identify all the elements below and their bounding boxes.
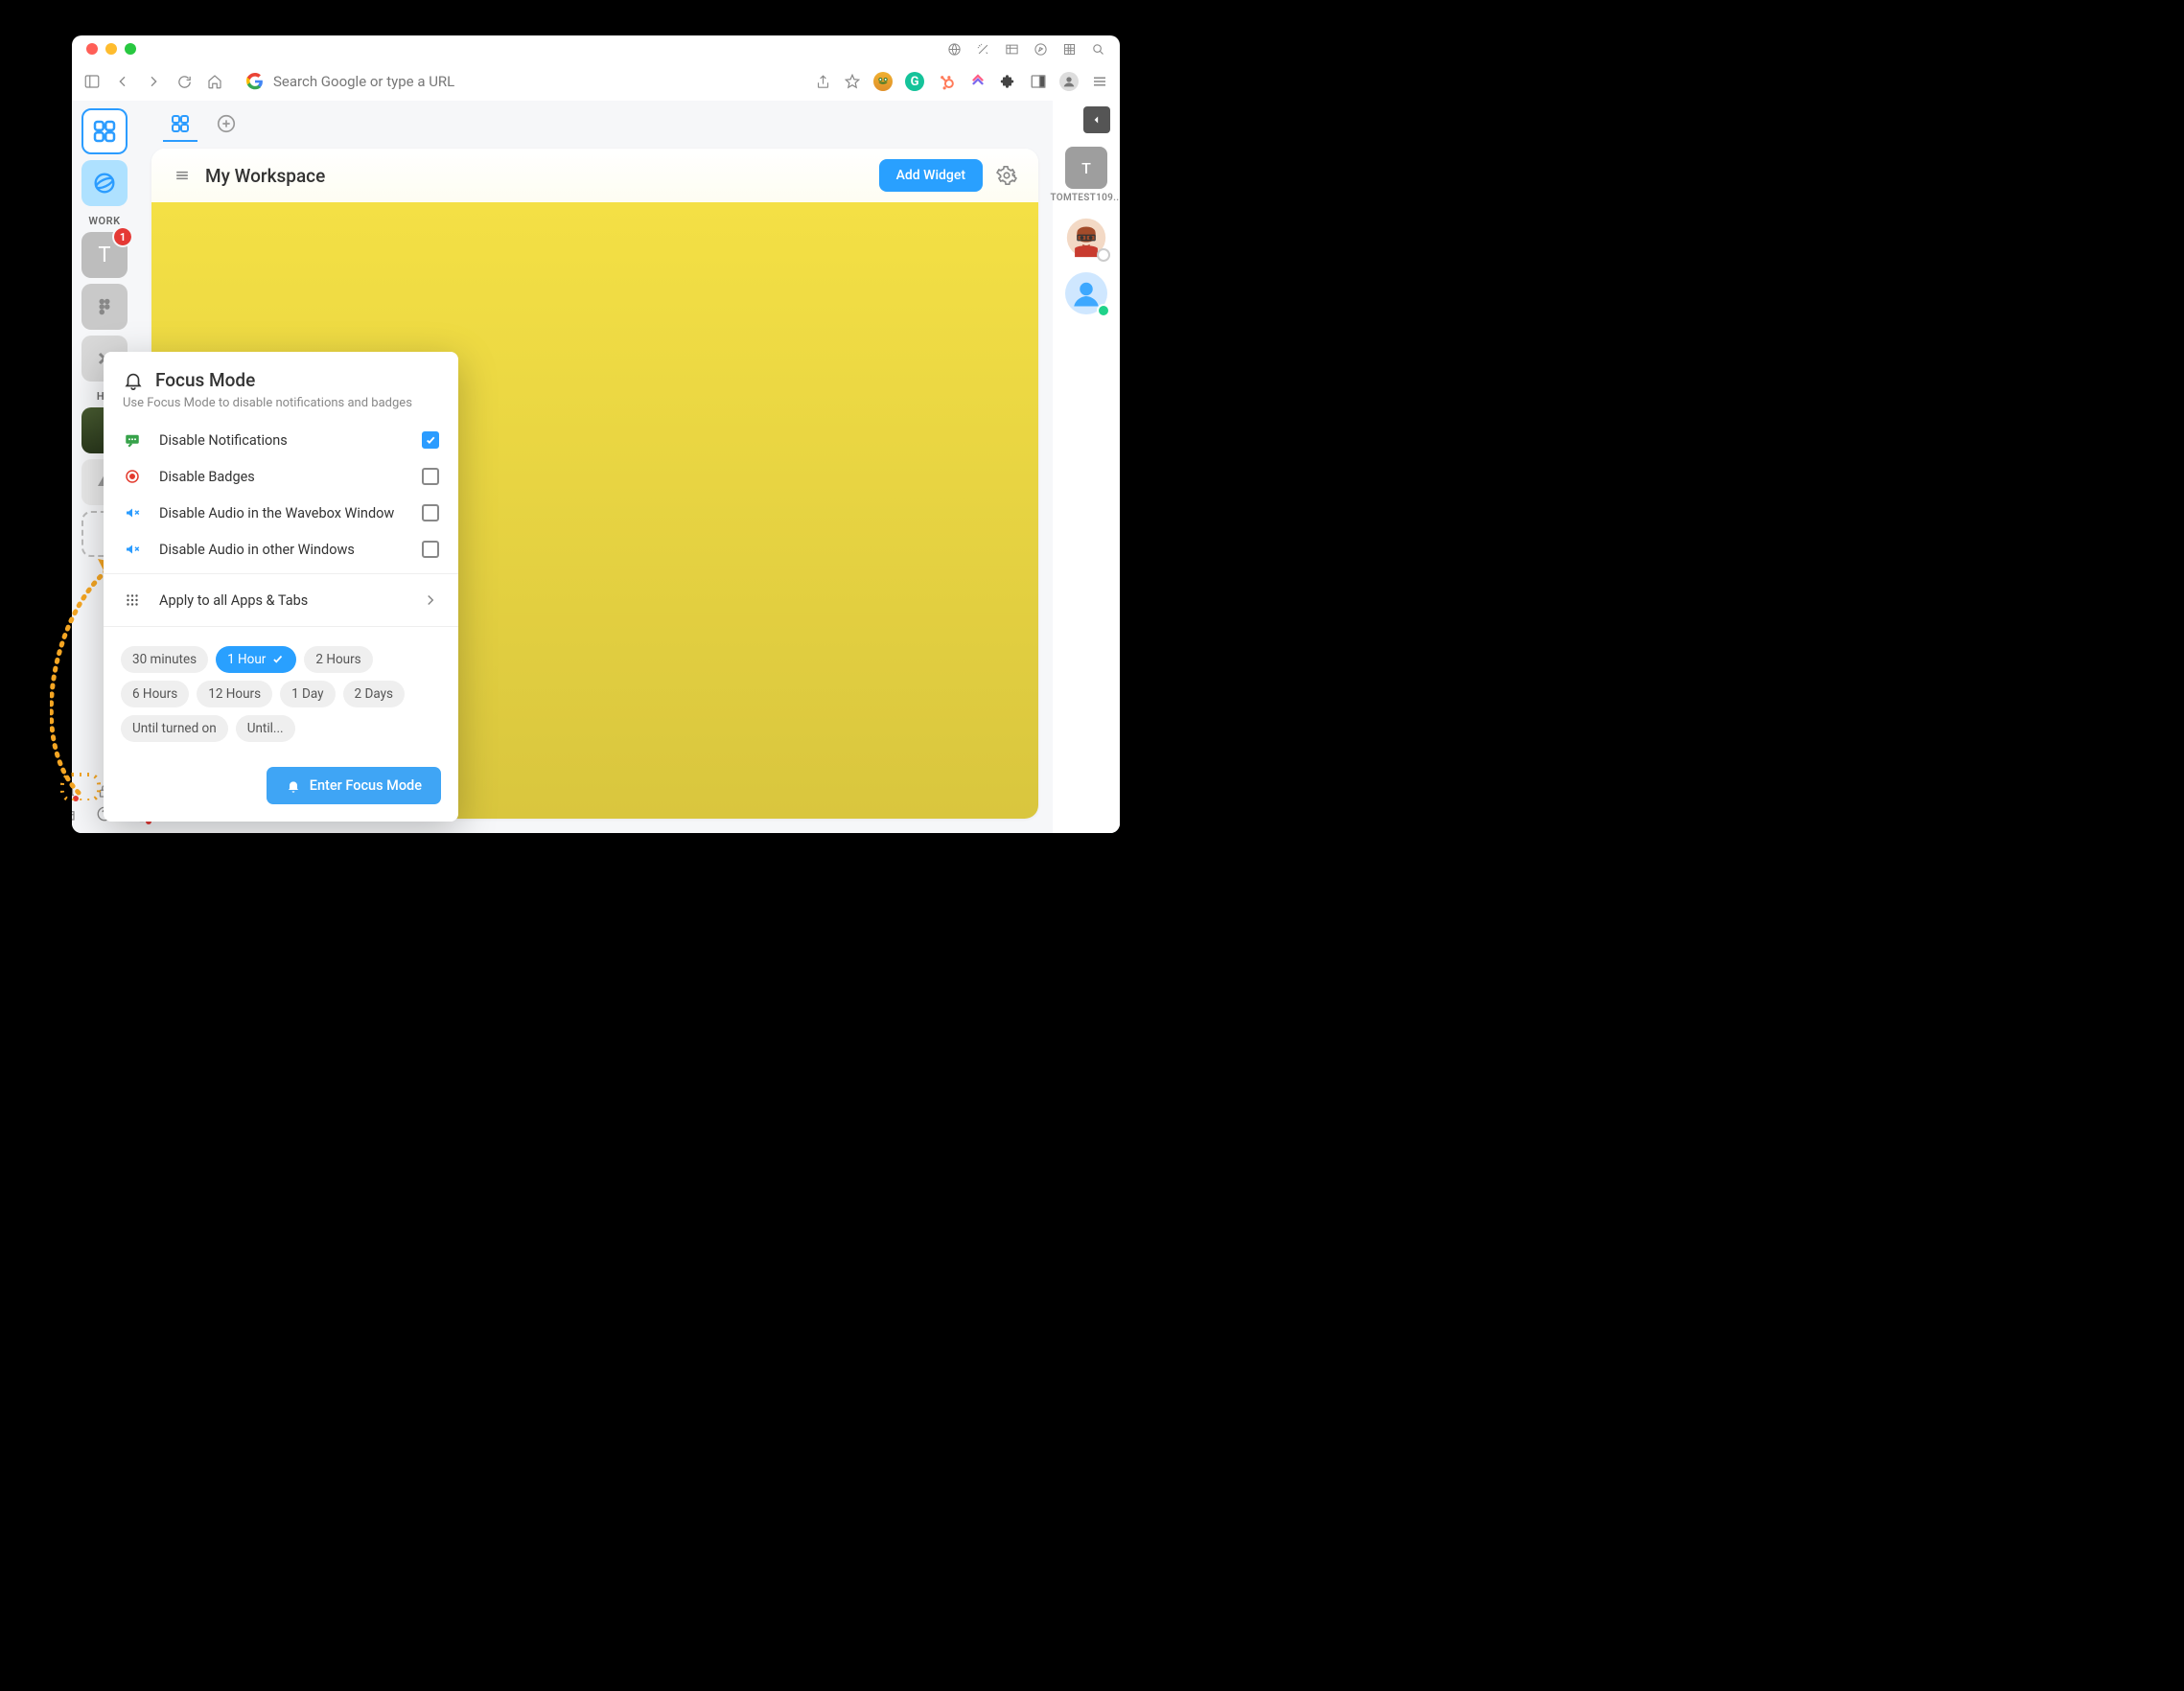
separator [104, 626, 458, 627]
duration-chip[interactable]: 2 Hours [304, 646, 372, 673]
focus-mode-popover: Focus Mode Use Focus Mode to disable not… [104, 352, 458, 822]
maximize-window[interactable] [125, 43, 136, 55]
chat-icon [123, 431, 142, 449]
duration-chip[interactable]: 1 Day [280, 681, 335, 707]
mute-icon [123, 541, 142, 558]
focus-option-label: Disable Badges [159, 469, 405, 485]
right-avatar-2[interactable] [1065, 272, 1107, 314]
extensions-puzzle-icon[interactable] [1000, 73, 1017, 90]
sidebar-item-t[interactable]: T 1 [81, 232, 128, 278]
bell-fill-icon [286, 778, 301, 794]
sidebar-item-figma[interactable] [81, 284, 128, 330]
focus-option-row[interactable]: Disable Badges [104, 458, 458, 495]
sidebar-group-label-work: WORK [88, 215, 120, 227]
frog-avatar-icon[interactable] [873, 72, 893, 91]
hamburger-icon[interactable] [173, 166, 192, 185]
duration-chips: 30 minutes 1 Hour 2 Hours 6 Hours 12 Hours 1… [104, 633, 458, 755]
duration-chip[interactable]: 2 Days [343, 681, 405, 707]
sidebar-toggle-icon[interactable] [83, 73, 101, 90]
browser-toolbar: Search Google or type a URL G [72, 62, 1120, 101]
grid-icon[interactable] [1062, 42, 1077, 57]
menu-icon[interactable] [1091, 73, 1108, 90]
checkbox[interactable] [422, 541, 439, 558]
forward-icon[interactable] [145, 73, 162, 90]
close-window[interactable] [86, 43, 98, 55]
url-bar[interactable]: Search Google or type a URL [237, 67, 801, 96]
right-bar: T TOMTEST109... [1053, 101, 1120, 833]
popover-header: Focus Mode Use Focus Mode to disable not… [104, 352, 458, 422]
google-g-icon [246, 73, 264, 90]
focus-option-label: Disable Audio in the Wavebox Window [159, 505, 405, 521]
popover-footer: Enter Focus Mode [104, 755, 458, 822]
duration-chip[interactable]: 30 minutes [121, 646, 208, 673]
card-header: My Workspace Add Widget [151, 149, 1038, 202]
focus-option-row[interactable]: Disable Notifications [104, 422, 458, 458]
focus-option-row[interactable]: Disable Audio in other Windows [104, 531, 458, 568]
presence-dot-1 [1097, 248, 1110, 262]
hubspot-icon[interactable] [937, 72, 956, 91]
extensions: G [814, 72, 1108, 91]
duration-chip[interactable]: 1 Hour [216, 646, 296, 673]
clickup-icon[interactable] [968, 72, 987, 91]
tab-workspace[interactable] [163, 107, 197, 142]
enter-focus-mode-button[interactable]: Enter Focus Mode [267, 767, 441, 804]
workspace-title: My Workspace [205, 165, 866, 187]
gift-icon[interactable] [72, 805, 77, 822]
url-placeholder: Search Google or type a URL [273, 73, 454, 90]
back-icon[interactable] [114, 73, 131, 90]
apply-to-all-row[interactable]: Apply to all Apps & Tabs [104, 580, 458, 620]
right-avatar-1[interactable] [1065, 217, 1107, 259]
minimize-window[interactable] [105, 43, 117, 55]
right-user-label: TOMTEST109... [1050, 193, 1120, 203]
duration-chip[interactable]: 6 Hours [121, 681, 189, 707]
right-user-tile[interactable]: T [1065, 147, 1107, 189]
home-icon[interactable] [206, 73, 223, 90]
mute-icon [123, 504, 142, 521]
apps-grid-icon [123, 591, 142, 609]
notification-dot [73, 796, 79, 801]
duration-chip[interactable]: Until turned on [121, 715, 228, 742]
star-icon[interactable] [844, 73, 861, 90]
search-icon[interactable] [1091, 42, 1105, 57]
focus-option-row[interactable]: Disable Audio in the Wavebox Window [104, 495, 458, 531]
add-widget-button[interactable]: Add Widget [879, 159, 983, 192]
popover-subtitle: Use Focus Mode to disable notifications … [123, 396, 439, 410]
panel-icon[interactable] [1030, 73, 1047, 90]
share-icon[interactable] [814, 73, 831, 90]
table-icon[interactable] [1005, 42, 1019, 57]
wand-icon[interactable] [976, 42, 990, 57]
bell-outline-icon [123, 370, 144, 391]
duration-chip[interactable]: 12 Hours [197, 681, 272, 707]
target-icon [123, 468, 142, 485]
separator [104, 573, 458, 574]
tab-add[interactable] [209, 107, 244, 142]
titlebar [72, 35, 1120, 62]
presence-dot-2 [1097, 304, 1110, 317]
profile-icon[interactable] [1059, 72, 1079, 91]
sidebar-explore[interactable] [81, 160, 128, 206]
chevron-right-icon [422, 591, 439, 609]
titlebar-actions [947, 42, 1105, 57]
badge: 1 [114, 228, 131, 245]
collapse-right-bar[interactable] [1083, 106, 1110, 133]
globe-icon[interactable] [947, 42, 962, 57]
sidebar-home[interactable] [81, 108, 128, 154]
reload-icon[interactable] [175, 73, 193, 90]
compass-icon[interactable] [1034, 42, 1048, 57]
popover-title: Focus Mode [155, 369, 255, 391]
checkbox[interactable] [422, 431, 439, 449]
tab-row [151, 101, 1038, 149]
bell-icon[interactable] [72, 782, 77, 799]
traffic-lights [86, 43, 136, 55]
grammarly-icon[interactable]: G [905, 72, 924, 91]
focus-option-label: Disable Notifications [159, 432, 405, 449]
focus-option-label: Disable Audio in other Windows [159, 542, 405, 558]
apply-label: Apply to all Apps & Tabs [159, 592, 405, 609]
gear-icon[interactable] [996, 165, 1017, 186]
checkbox[interactable] [422, 468, 439, 485]
checkbox[interactable] [422, 504, 439, 521]
duration-chip[interactable]: Until... [236, 715, 295, 742]
